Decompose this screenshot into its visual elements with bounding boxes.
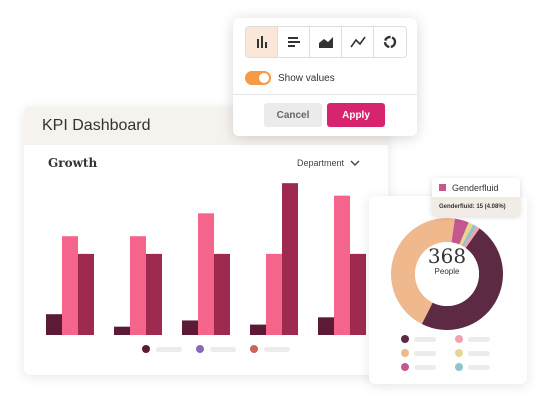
legend-swatch [196, 345, 204, 353]
tooltip-header: Genderfluid [432, 178, 520, 197]
bar [78, 253, 94, 335]
bar [350, 253, 366, 335]
legend-swatch [250, 345, 258, 353]
bar [266, 253, 282, 335]
horizontal-bar-icon [287, 37, 300, 47]
legend-label-placeholder [414, 336, 436, 342]
legend-label-placeholder [414, 350, 436, 356]
donut-total: 368 [427, 244, 467, 268]
legend-swatch [401, 363, 409, 371]
bar-chart-legend [142, 345, 290, 353]
area-chart-type-button[interactable] [310, 27, 342, 57]
kpi-dashboard-card: KPI Dashboard Growth Department [24, 107, 388, 375]
bar [318, 317, 334, 335]
bar [62, 236, 78, 335]
divider [233, 94, 417, 95]
show-values-row: Show values [245, 71, 335, 85]
donut-legend [401, 335, 509, 371]
tooltip-swatch [439, 184, 446, 191]
donut-legend-item [455, 349, 509, 357]
section-header: Growth Department [48, 156, 360, 170]
chart-type-selector [245, 26, 407, 58]
legend-label-placeholder [468, 336, 490, 342]
tooltip-detail: Genderfluid: 15 (4.08%) [432, 197, 520, 216]
show-values-label: Show values [278, 72, 335, 84]
legend-item [250, 345, 290, 353]
bar [214, 253, 230, 335]
donut-tooltip: Genderfluid Genderfluid: 15 (4.08%) [432, 178, 520, 216]
chart-options-popup: Show values Cancel Apply [233, 18, 417, 136]
bar [250, 324, 266, 335]
legend-swatch [401, 335, 409, 343]
bar-chart-icon [256, 36, 267, 48]
line-chart-type-button[interactable] [342, 27, 374, 57]
legend-label-placeholder [414, 364, 436, 370]
donut-chart-card: 368 People [369, 196, 527, 384]
show-values-toggle[interactable] [245, 71, 271, 85]
legend-swatch [455, 363, 463, 371]
tooltip-title: Genderfluid [452, 182, 499, 193]
donut-unit: People [434, 267, 460, 276]
bar [130, 236, 146, 335]
line-chart-icon [349, 36, 366, 48]
section-title: Growth [48, 156, 98, 170]
stage: KPI Dashboard Growth Department Show val… [0, 0, 550, 420]
donut-legend-item [401, 349, 455, 357]
department-dropdown-value: Department [296, 158, 344, 168]
bar-chart-type-button[interactable] [246, 27, 278, 57]
legend-item [196, 345, 236, 353]
bar [282, 183, 298, 335]
bar-chart [46, 183, 366, 335]
cancel-button[interactable]: Cancel [264, 103, 322, 127]
bar [334, 195, 350, 335]
area-chart-icon [318, 37, 333, 48]
apply-button[interactable]: Apply [327, 103, 385, 127]
donut-legend-item [401, 363, 455, 371]
department-dropdown[interactable]: Department [297, 158, 360, 168]
chevron-down-icon [350, 160, 360, 166]
legend-swatch [401, 349, 409, 357]
toggle-knob [259, 73, 269, 83]
bar [46, 314, 62, 335]
bar [182, 320, 198, 335]
donut-legend-item [455, 335, 509, 343]
legend-swatch [455, 335, 463, 343]
bar [198, 213, 214, 335]
horizontal-bar-type-button[interactable] [278, 27, 310, 57]
donut-chart-type-button[interactable] [374, 27, 406, 57]
donut-chart-icon [383, 35, 397, 49]
legend-label-placeholder [156, 346, 182, 352]
bar [114, 326, 130, 335]
legend-label-placeholder [468, 350, 490, 356]
donut-legend-item [455, 363, 509, 371]
donut-legend-item [401, 335, 455, 343]
bar [146, 253, 162, 335]
legend-label-placeholder [210, 346, 236, 352]
legend-swatch [455, 349, 463, 357]
legend-label-placeholder [264, 346, 290, 352]
legend-label-placeholder [468, 364, 490, 370]
donut-center: 368 People [418, 245, 476, 276]
legend-item [142, 345, 182, 353]
legend-swatch [142, 345, 150, 353]
